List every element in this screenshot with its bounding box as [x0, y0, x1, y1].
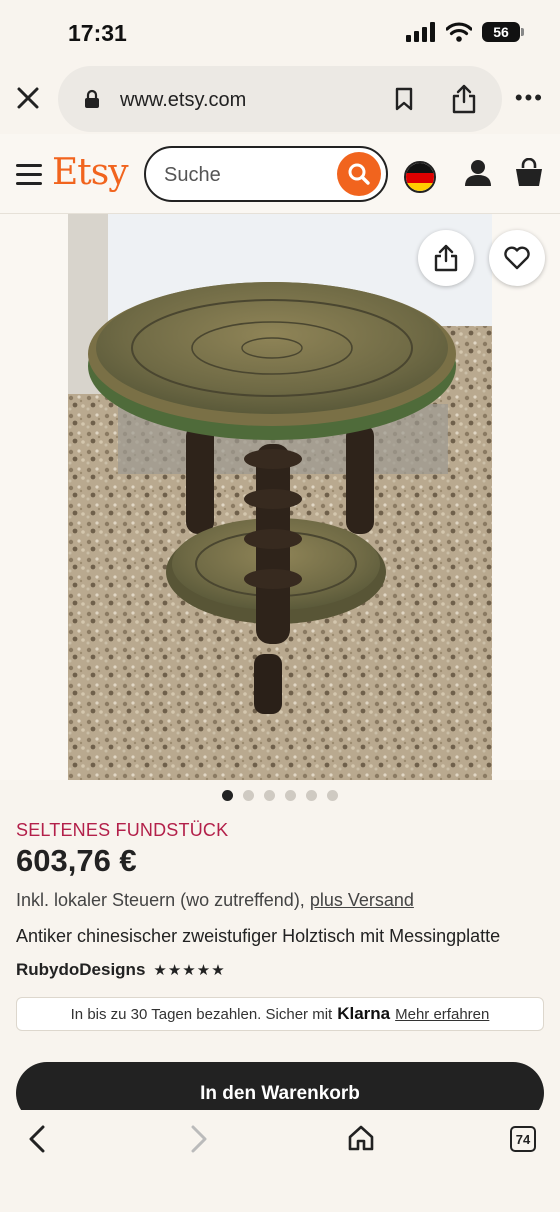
browser-toolbar: www.etsy.com ••• [0, 62, 560, 134]
klarna-logo: Klarna [337, 1004, 391, 1023]
klarna-learn-more-link[interactable]: Mehr erfahren [395, 1006, 489, 1023]
status-icons: 56 [406, 22, 524, 42]
menu-icon[interactable] [16, 164, 42, 191]
image-dot[interactable] [306, 790, 317, 801]
shipping-link[interactable]: plus Versand [310, 890, 414, 910]
search-icon [348, 163, 370, 185]
tabs-button[interactable]: 74 [510, 1126, 536, 1152]
search-input[interactable]: Suche [144, 146, 388, 202]
wifi-icon [446, 22, 472, 42]
search-button[interactable] [337, 152, 381, 196]
tax-info: Inkl. lokaler Steuern (wo zutreffend), p… [16, 890, 414, 911]
seller-name[interactable]: RubydoDesigns [16, 960, 145, 980]
search-placeholder: Suche [164, 164, 221, 186]
share-icon [434, 244, 458, 272]
klarna-text: In bis zu 30 Tagen bezahlen. Sicher mit [70, 1005, 333, 1023]
tax-text: Inkl. lokaler Steuern (wo zutreffend), [16, 890, 310, 910]
image-dot[interactable] [327, 790, 338, 801]
image-dot[interactable] [264, 790, 275, 801]
address-bar[interactable]: www.etsy.com [58, 66, 502, 132]
etsy-logo[interactable]: Etsy [52, 152, 129, 193]
image-dot[interactable] [243, 790, 254, 801]
rating-stars: ★★★★★ [153, 962, 226, 979]
forward-icon[interactable] [188, 1124, 210, 1154]
share-icon[interactable] [450, 83, 478, 115]
status-time: 17:31 [68, 20, 127, 46]
cellular-signal-icon [406, 22, 435, 42]
more-options-icon[interactable]: ••• [515, 87, 544, 109]
close-icon[interactable] [14, 84, 42, 112]
seller-info[interactable]: RubydoDesigns ★★★★★ [16, 960, 226, 980]
image-dot-active[interactable] [222, 790, 233, 801]
share-image-button[interactable] [418, 230, 474, 286]
browser-bottom-bar: 74 [0, 1110, 560, 1212]
battery-icon: 56 [482, 22, 524, 42]
image-pagination[interactable] [0, 790, 560, 801]
image-dot[interactable] [285, 790, 296, 801]
url-text: www.etsy.com [120, 89, 247, 111]
germany-flag-icon[interactable] [404, 161, 436, 193]
rare-find-badge: SELTENES FUNDSTÜCK [16, 820, 229, 840]
home-icon[interactable] [347, 1124, 375, 1152]
product-image-gallery[interactable] [0, 214, 560, 780]
heart-icon [504, 246, 530, 270]
product-image [68, 214, 492, 780]
bookmark-icon[interactable] [394, 87, 414, 111]
favorite-button[interactable] [489, 230, 545, 286]
status-bar: 17:31 56 [0, 0, 560, 62]
shopping-bag-icon[interactable] [514, 158, 544, 188]
back-icon[interactable] [26, 1124, 48, 1154]
etsy-header: Etsy Suche [0, 134, 560, 214]
product-photo[interactable] [68, 214, 492, 780]
user-icon[interactable] [463, 158, 493, 188]
listing-title: Antiker chinesischer zweistufiger Holzti… [16, 926, 501, 946]
price: 603,76 € [16, 843, 137, 878]
klarna-banner: In bis zu 30 Tagen bezahlen. Sicher mit … [16, 997, 544, 1031]
lock-icon [85, 89, 99, 108]
